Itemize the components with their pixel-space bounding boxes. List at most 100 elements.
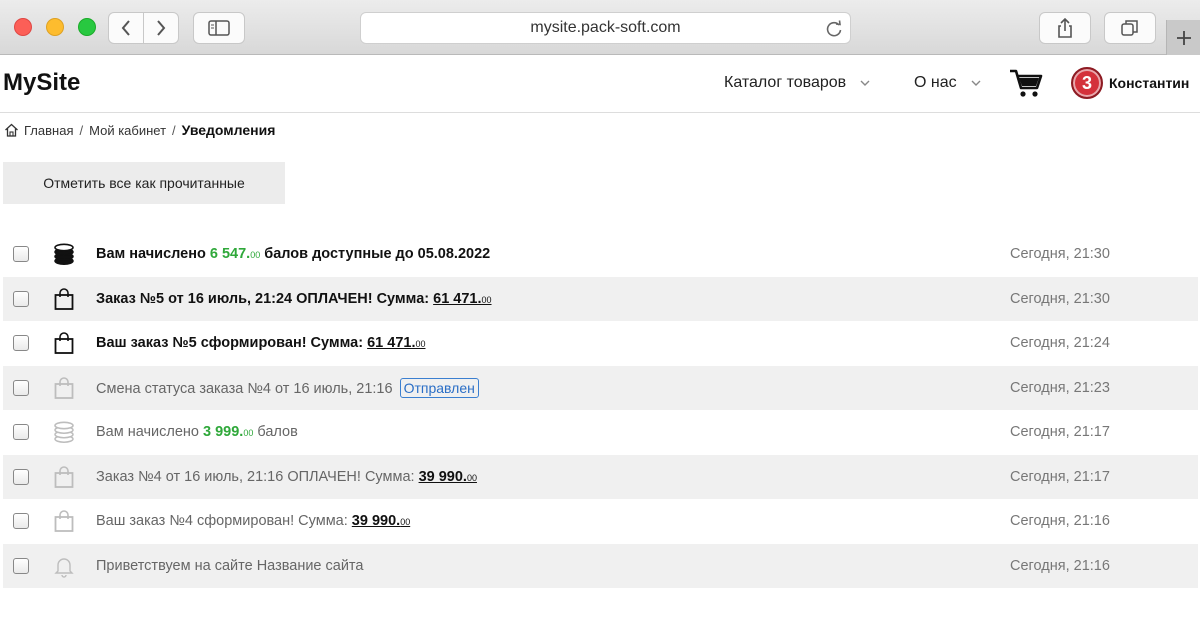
- minimize-window-button[interactable]: [46, 18, 64, 36]
- notification-time: Сегодня, 21:30: [1010, 246, 1110, 263]
- chevron-right-icon: [157, 20, 166, 36]
- message-text: Ваш заказ №4 сформирован! Сумма:: [96, 513, 352, 530]
- message-text: Вам начислено: [96, 424, 204, 441]
- notification-time: Сегодня, 21:16: [1010, 557, 1110, 574]
- message-text-suffix: балов доступные до 05.08.2022: [260, 246, 491, 263]
- order-amount-link[interactable]: 61 471.00: [367, 335, 425, 351]
- notification-row[interactable]: Заказ №4 от 16 июль, 21:16 ОПЛАЧЕН! Сумм…: [3, 454, 1198, 499]
- menu-item-label: О нас: [914, 74, 957, 91]
- back-button[interactable]: [108, 12, 144, 44]
- site-header: MySite Каталог товаров О нас 3 Константи…: [0, 56, 1200, 113]
- notification-message: Смена статуса заказа №4 от 16 июль, 21:1…: [96, 377, 479, 398]
- row-checkbox[interactable]: [13, 557, 29, 574]
- notification-count-avatar: 3: [1071, 67, 1103, 99]
- order-amount-main: 39 990.: [418, 468, 467, 485]
- row-checkbox[interactable]: [13, 424, 29, 441]
- notification-time: Сегодня, 21:16: [1010, 513, 1110, 530]
- show-tabs-button[interactable]: [1104, 12, 1156, 44]
- address-bar[interactable]: mysite.pack-soft.com: [360, 12, 851, 44]
- order-amount-main: 61 471.: [367, 335, 416, 352]
- url-text: mysite.pack-soft.com: [530, 19, 681, 36]
- order-amount-link[interactable]: 39 990.00: [352, 513, 410, 529]
- home-icon[interactable]: [4, 123, 19, 137]
- row-checkbox[interactable]: [13, 513, 29, 530]
- forward-button[interactable]: [143, 12, 179, 44]
- menu-item-about[interactable]: О нас: [914, 74, 981, 92]
- row-checkbox[interactable]: [13, 335, 29, 352]
- bell-icon: [52, 554, 76, 578]
- message-text-suffix: балов: [253, 424, 298, 441]
- mark-all-read-button[interactable]: Отметить все как прочитанные: [3, 162, 285, 204]
- share-button[interactable]: [1039, 12, 1091, 44]
- notification-time: Сегодня, 21:17: [1010, 468, 1110, 485]
- bonus-amount: 3 999.00: [203, 424, 253, 440]
- order-amount-main: 39 990.: [351, 513, 401, 530]
- order-amount-cents: 00: [481, 294, 492, 305]
- bonus-amount-main: 6 547.: [209, 246, 251, 263]
- zoom-window-button[interactable]: [78, 18, 96, 36]
- notification-message: Вам начислено 3 999.00 балов: [96, 424, 298, 440]
- breadcrumb-home-link[interactable]: Главная: [24, 123, 73, 138]
- notification-row[interactable]: Заказ №5 от 16 июль, 21:24 ОПЛАЧЕН! Сумм…: [3, 276, 1198, 321]
- order-amount-cents: 00: [400, 517, 411, 528]
- user-menu[interactable]: 3 Константин: [1071, 67, 1189, 99]
- new-tab-button[interactable]: [1166, 20, 1200, 55]
- sidebar-icon: [208, 20, 230, 36]
- notification-message: Заказ №4 от 16 июль, 21:16 ОПЛАЧЕН! Сумм…: [96, 469, 477, 485]
- notification-row[interactable]: Приветствуем на сайте Название сайта Сего…: [3, 543, 1198, 588]
- site-logo[interactable]: MySite: [3, 69, 80, 97]
- plus-icon: [1176, 30, 1191, 45]
- reload-icon[interactable]: [824, 19, 844, 39]
- notification-row[interactable]: Смена статуса заказа №4 от 16 июль, 21:1…: [3, 365, 1198, 410]
- bag-icon: [52, 331, 76, 355]
- bag-icon: [52, 509, 76, 533]
- bag-icon: [52, 287, 76, 311]
- notification-row[interactable]: Вам начислено 3 999.00 балов Сегодня, 21:…: [3, 410, 1198, 455]
- breadcrumb-separator: /: [172, 122, 176, 138]
- browser-toolbar: mysite.pack-soft.com: [0, 0, 1200, 55]
- breadcrumb-cabinet-link[interactable]: Мой кабинет: [89, 123, 166, 138]
- notification-row[interactable]: Ваш заказ №4 сформирован! Сумма: 39 990.…: [3, 499, 1198, 544]
- notification-message: Вам начислено 6 547.00 балов доступные д…: [96, 246, 490, 262]
- bonus-amount-cents: 00: [243, 428, 254, 439]
- chevron-down-icon: [971, 80, 981, 86]
- row-checkbox[interactable]: [13, 379, 29, 396]
- notification-time: Сегодня, 21:24: [1010, 335, 1110, 352]
- notification-row[interactable]: Вам начислено 6 547.00 балов доступные д…: [3, 232, 1198, 277]
- notification-row[interactable]: Ваш заказ №5 сформирован! Сумма: 61 471.…: [3, 321, 1198, 366]
- share-icon: [1058, 18, 1072, 38]
- message-text: Вам начислено: [96, 246, 210, 263]
- menu-item-catalog[interactable]: Каталог товаров: [724, 74, 870, 92]
- row-checkbox[interactable]: [13, 468, 29, 485]
- coins-icon: [52, 242, 76, 266]
- coins-icon: [52, 420, 76, 444]
- breadcrumb-separator: /: [79, 122, 84, 138]
- breadcrumb-current: Уведомления: [181, 122, 276, 138]
- message-text: Приветствуем на сайте Название сайта: [96, 557, 364, 574]
- bonus-amount: 6 547.00: [210, 246, 260, 262]
- notification-time: Сегодня, 21:17: [1010, 424, 1110, 441]
- row-checkbox[interactable]: [13, 246, 29, 263]
- chevron-down-icon: [860, 80, 870, 86]
- notification-message: Ваш заказ №5 сформирован! Сумма: 61 471.…: [96, 335, 426, 351]
- sidebar-toggle-button[interactable]: [193, 12, 245, 44]
- close-window-button[interactable]: [14, 18, 32, 36]
- chevron-left-icon: [121, 20, 130, 36]
- order-amount-link[interactable]: 39 990.00: [419, 469, 477, 485]
- status-badge: Отправлен: [399, 377, 479, 398]
- order-amount-link[interactable]: 61 471.00: [433, 291, 491, 307]
- bag-icon: [52, 376, 76, 400]
- tabs-icon: [1121, 20, 1138, 36]
- notification-list: Вам начислено 6 547.00 балов доступные д…: [3, 232, 1198, 588]
- message-text: Заказ №5 от 16 июль, 21:24 ОПЛАЧЕН! Сумм…: [96, 290, 434, 307]
- cart-icon[interactable]: [1009, 68, 1043, 98]
- order-amount-cents: 00: [466, 472, 477, 483]
- notification-time: Сегодня, 21:30: [1010, 290, 1110, 307]
- message-text: Ваш заказ №5 сформирован! Сумма:: [96, 335, 368, 352]
- breadcrumb: Главная / Мой кабинет / Уведомления: [4, 122, 275, 138]
- notification-message: Заказ №5 от 16 июль, 21:24 ОПЛАЧЕН! Сумм…: [96, 291, 492, 307]
- bonus-amount-cents: 00: [250, 250, 261, 261]
- bag-icon: [52, 465, 76, 489]
- order-amount-cents: 00: [415, 339, 426, 350]
- row-checkbox[interactable]: [13, 290, 29, 307]
